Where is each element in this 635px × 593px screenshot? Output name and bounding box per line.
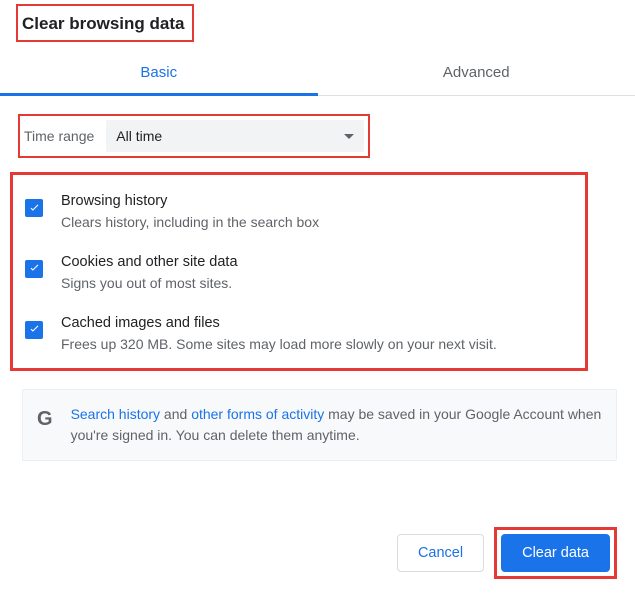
tabs-bar: Basic Advanced [0,50,635,96]
clear-data-highlight: Clear data [494,527,617,579]
time-range-select[interactable]: All time [106,120,364,152]
checkbox-cache[interactable] [25,321,43,339]
option-browsing-history: Browsing history Clears history, includi… [21,189,577,250]
option-desc: Clears history, including in the search … [61,213,577,232]
option-title: Cached images and files [61,315,577,335]
checkbox-cookies[interactable] [25,260,43,278]
check-icon [28,202,41,215]
cancel-button[interactable]: Cancel [397,534,484,572]
time-range-row: Time range All time [18,114,370,158]
option-title: Browsing history [61,193,577,213]
time-range-value: All time [116,128,162,144]
info-between: and [160,406,191,422]
info-text: Search history and other forms of activi… [71,404,602,446]
option-text: Cookies and other site data Signs you ou… [61,254,577,293]
google-g-icon: G [37,404,71,431]
tab-basic[interactable]: Basic [0,50,318,96]
option-text: Cached images and files Frees up 320 MB.… [61,315,577,354]
dialog-footer: Cancel Clear data [397,527,617,579]
option-desc: Frees up 320 MB. Some sites may load mor… [61,335,577,354]
dialog-title-highlight: Clear browsing data [16,4,194,42]
option-cache: Cached images and files Frees up 320 MB.… [21,311,577,354]
search-history-link[interactable]: Search history [71,406,160,422]
info-box: G Search history and other forms of acti… [22,389,617,461]
option-desc: Signs you out of most sites. [61,274,577,293]
option-cookies: Cookies and other site data Signs you ou… [21,250,577,311]
options-group: Browsing history Clears history, includi… [10,172,588,371]
option-text: Browsing history Clears history, includi… [61,193,577,232]
option-title: Cookies and other site data [61,254,577,274]
chevron-down-icon [344,134,354,139]
tab-advanced[interactable]: Advanced [318,50,635,96]
clear-data-button[interactable]: Clear data [501,534,610,572]
other-activity-link[interactable]: other forms of activity [191,406,324,422]
time-range-label: Time range [24,128,106,144]
check-icon [28,323,41,336]
checkbox-browsing-history[interactable] [25,199,43,217]
check-icon [28,262,41,275]
dialog-title: Clear browsing data [22,14,184,34]
